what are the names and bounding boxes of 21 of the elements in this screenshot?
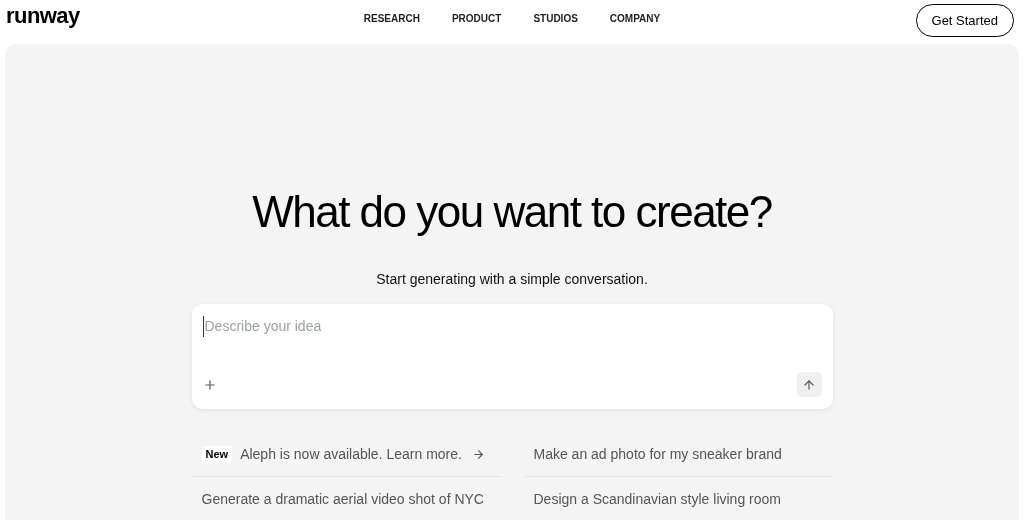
nav-link[interactable]: COMPANY <box>609 11 661 26</box>
suggestion-item[interactable]: Make an ad photo for my sneaker brand <box>523 433 833 477</box>
suggestion-item[interactable]: New Aleph is now available. Learn more. <box>191 433 501 477</box>
prompt-field[interactable]: Describe your idea <box>202 316 822 337</box>
logo[interactable]: runway <box>6 0 80 32</box>
prompt-box[interactable]: Describe your idea <box>191 304 833 409</box>
suggestion-item[interactable]: Design a Scandinavian style living room <box>523 477 833 520</box>
add-icon[interactable] <box>202 377 217 392</box>
suggestion-text: Make an ad photo for my sneaker brand <box>533 445 782 464</box>
arrow-right-icon <box>471 448 485 461</box>
send-button[interactable] <box>796 372 822 397</box>
hero-title: What do you want to create? <box>252 190 772 234</box>
suggestion-text: Generate a dramatic aerial video shot of NYC <box>201 489 484 509</box>
new-badge: New <box>201 446 233 463</box>
suggestion-text: Aleph is now available. Learn more. <box>240 445 462 464</box>
nav-link[interactable]: STUDIOS <box>533 11 578 26</box>
hero-subtitle: Start generating with a simple conversation. <box>376 270 648 289</box>
nav-link[interactable]: PRODUCT <box>451 11 502 26</box>
nav-link[interactable]: RESEARCH <box>363 11 420 26</box>
suggestion-item[interactable]: Generate a dramatic aerial video shot of NYC <box>191 477 501 520</box>
suggestion-text: Design a Scandinavian style living room <box>533 489 781 509</box>
